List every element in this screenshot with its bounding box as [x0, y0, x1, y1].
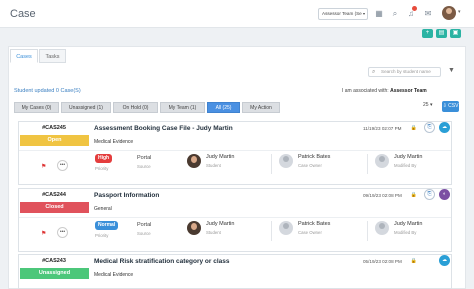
divider: [271, 221, 272, 241]
chevron-down-icon[interactable]: ▾: [458, 9, 461, 15]
drive-icon[interactable]: ☁: [439, 255, 450, 266]
priority-badge: High: [95, 154, 113, 163]
owner-name: Patrick Bates: [298, 154, 331, 160]
source-label: Source: [137, 231, 151, 236]
filter-on-hold[interactable]: On Hold (0): [113, 102, 158, 113]
case-category: Medical Evidence: [94, 272, 134, 278]
associated-prefix: I am associated with:: [342, 88, 389, 94]
case-card[interactable]: #CAS245 Open Assessment Booking Case Fil…: [18, 121, 452, 185]
divider: [271, 154, 272, 174]
student-name: Judy Martin: [206, 154, 235, 160]
case-date: 11/19/23 02:07 PM: [363, 126, 402, 131]
page-size-value: 25: [423, 102, 429, 108]
search-icon[interactable]: ⌕: [390, 9, 400, 19]
case-id: #CAS243: [42, 258, 66, 264]
top-bar: Case Assessor Team (Se ▾ ▦ ⌕ ♫ ✉ ▾: [0, 0, 474, 28]
case-id: #CAS244: [42, 192, 66, 198]
avatar[interactable]: [442, 6, 456, 20]
flag-icon[interactable]: ⚑: [41, 163, 46, 170]
more-options-icon[interactable]: •••: [57, 160, 68, 171]
lock-icon[interactable]: 🔒: [410, 191, 418, 199]
priority-label: Priority: [95, 233, 109, 238]
page-size-select[interactable]: 25 ▾: [423, 102, 433, 112]
flag-icon[interactable]: ⚑: [41, 230, 46, 237]
filter-my-team[interactable]: My Team (1): [160, 102, 205, 113]
owner-avatar: [279, 154, 293, 168]
source-value: Portal: [137, 155, 152, 161]
tab-cases[interactable]: Cases: [10, 49, 38, 63]
case-category: Medical Evidence: [94, 139, 134, 145]
search-icon: ⌕: [372, 69, 376, 75]
modifier-name: Judy Martin: [394, 221, 423, 227]
lock-icon[interactable]: 🔒: [410, 124, 418, 132]
case-date: 05/19/23 02:08 PM: [363, 259, 402, 264]
chevron-down-icon: ▾: [362, 11, 365, 16]
student-role: Student: [206, 163, 221, 168]
calendar-icon[interactable]: ▦: [374, 9, 384, 19]
divider: [367, 221, 368, 241]
associated-team: Assessor Team: [390, 88, 427, 94]
drive-icon[interactable]: ☁: [439, 122, 450, 133]
filter-unassigned[interactable]: Unassigned (1): [61, 102, 111, 113]
search-input[interactable]: ⌕ Search by student name: [368, 67, 441, 77]
modifier-avatar: [375, 221, 389, 235]
associated-with: I am associated with: Assessor Team: [342, 88, 427, 94]
case-id: #CAS245: [42, 125, 66, 131]
divider: [19, 217, 451, 218]
search-placeholder: Search by student name: [381, 69, 431, 74]
owner-role: Case Owner: [298, 230, 322, 235]
add-case-button[interactable]: +: [422, 29, 433, 38]
priority-label: Priority: [95, 166, 109, 171]
owner-avatar: [279, 221, 293, 235]
priority-badge: Normal: [95, 221, 119, 230]
modifier-role: Modified By: [394, 230, 417, 235]
source-label: Source: [137, 164, 151, 169]
case-title[interactable]: Medical Risk stratification category or …: [94, 258, 229, 265]
status-badge: Unassigned: [20, 268, 89, 279]
attachment-icon[interactable]: ⎘: [424, 189, 435, 200]
case-title[interactable]: Passport Information: [94, 192, 159, 199]
filter-my-cases[interactable]: My Cases (0): [14, 102, 59, 113]
modifier-avatar: [375, 154, 389, 168]
profile-icon[interactable]: ◐: [439, 189, 450, 200]
filter-all[interactable]: All (25): [207, 102, 240, 113]
case-card[interactable]: #CAS244 Closed Passport Information Gene…: [18, 188, 452, 252]
app-title: Case: [10, 8, 36, 20]
team-select-value: Assessor Team (Se: [322, 11, 362, 16]
case-title[interactable]: Assessment Booking Case File - Judy Mart…: [94, 125, 233, 132]
notification-badge: [412, 6, 417, 11]
case-date: 09/19/23 02:08 PM: [363, 193, 402, 198]
team-select[interactable]: Assessor Team (Se ▾: [318, 8, 368, 20]
tab-tasks[interactable]: Tasks: [39, 49, 66, 63]
export-csv-button[interactable]: ⇩ CSV: [442, 101, 459, 112]
modifier-name: Judy Martin: [394, 154, 423, 160]
divider: [19, 150, 451, 151]
divider: [367, 154, 368, 174]
lock-icon[interactable]: 🔒: [410, 257, 418, 265]
student-role: Student: [206, 230, 221, 235]
filter-icon[interactable]: ▼: [448, 67, 455, 74]
inbox-button[interactable]: ▤: [436, 29, 447, 38]
case-card[interactable]: #CAS243 Unassigned Medical Risk stratifi…: [18, 254, 452, 289]
modifier-role: Modified By: [394, 163, 417, 168]
student-avatar: [187, 221, 201, 235]
filter-my-action[interactable]: My Action: [242, 102, 280, 113]
status-badge: Open: [20, 135, 89, 146]
chat-icon[interactable]: ✉: [423, 9, 433, 19]
more-options-icon[interactable]: •••: [57, 227, 68, 238]
calendar-button[interactable]: ▣: [450, 29, 461, 38]
updated-message[interactable]: Student updated 0 Case(S): [14, 88, 81, 94]
status-badge: Closed: [20, 202, 89, 213]
student-avatar: [187, 154, 201, 168]
source-value: Portal: [137, 222, 152, 228]
attachment-icon[interactable]: ⎘: [424, 122, 435, 133]
export-csv-label: CSV: [448, 103, 459, 109]
student-name: Judy Martin: [206, 221, 235, 227]
owner-name: Patrick Bates: [298, 221, 331, 227]
owner-role: Case Owner: [298, 163, 322, 168]
case-category: General: [94, 206, 112, 212]
